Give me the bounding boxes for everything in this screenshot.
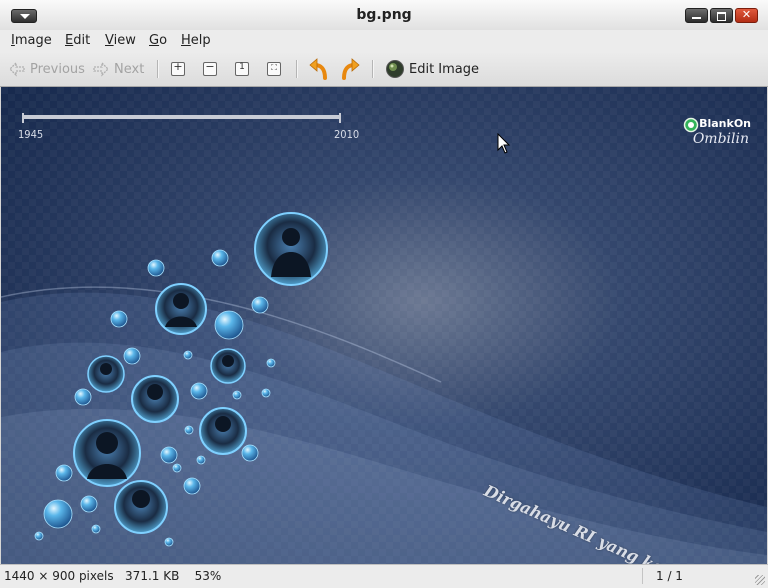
menu-image[interactable]: Image: [11, 33, 52, 48]
zoom-out-icon: −: [203, 60, 217, 76]
edit-image-button[interactable]: Edit Image: [385, 52, 479, 86]
image-viewer-window: bg.png Image Edit View Go Help Previous …: [0, 0, 768, 588]
toolbar: Previous Next + − 1 ⛶ Edit Image: [0, 52, 768, 87]
rotate-right-button[interactable]: [339, 52, 361, 86]
next-button[interactable]: Next: [92, 52, 144, 86]
menu-help[interactable]: Help: [181, 33, 211, 48]
timeline-start-label: 1945: [18, 128, 44, 141]
arrow-right-icon: [93, 61, 109, 77]
toolbar-separator: [296, 60, 298, 78]
zoom-in-button[interactable]: +: [171, 52, 185, 86]
zoom-out-button[interactable]: −: [203, 52, 217, 86]
title-bar: bg.png: [0, 0, 768, 31]
maximize-button[interactable]: [710, 8, 733, 23]
rotate-right-icon: [342, 58, 360, 80]
normal-size-icon: 1: [235, 62, 249, 76]
mouse-cursor-icon: [497, 133, 511, 154]
normal-size-button[interactable]: 1: [235, 52, 249, 86]
brand-subtitle: Ombilin: [692, 131, 749, 147]
close-button[interactable]: [735, 8, 758, 23]
rotate-left-icon: [309, 58, 327, 80]
status-separator: [642, 568, 643, 584]
resize-grip-icon[interactable]: [755, 575, 765, 585]
toolbar-separator: [372, 60, 374, 78]
menu-edit[interactable]: Edit: [65, 33, 90, 48]
wallpaper-image: [1, 87, 767, 564]
brand-logo-text: BlankOn: [699, 117, 751, 130]
best-fit-button[interactable]: ⛶: [267, 52, 281, 86]
page-indicator: 1 / 1: [656, 569, 683, 583]
timeline-end-label: 2010: [334, 128, 360, 141]
next-label: Next: [114, 61, 145, 77]
rotate-left-button[interactable]: [308, 52, 330, 86]
previous-button[interactable]: Previous: [8, 52, 85, 86]
zoom-level: 53%: [194, 569, 222, 583]
image-dimensions: 1440 × 900 pixels: [4, 569, 114, 583]
menu-bar: Image Edit View Go Help: [0, 30, 768, 52]
zoom-in-icon: +: [171, 60, 185, 76]
arrow-left-icon: [9, 61, 25, 77]
image-info: 1440 × 900 pixels 371.1 KB 53%: [4, 569, 221, 583]
status-bar: 1440 × 900 pixels 371.1 KB 53% 1 / 1: [0, 564, 768, 588]
image-canvas[interactable]: 1945 2010 BlankOn Ombilin Dirgahayu RI y…: [1, 87, 767, 564]
edit-image-label: Edit Image: [409, 61, 480, 77]
file-size: 371.1 KB: [125, 569, 180, 583]
menu-view[interactable]: View: [105, 33, 136, 48]
previous-label: Previous: [30, 61, 85, 77]
menu-go[interactable]: Go: [149, 33, 167, 48]
window-title: bg.png: [356, 7, 412, 23]
best-fit-icon: ⛶: [267, 62, 281, 76]
toolbar-separator: [157, 60, 159, 78]
minimize-button[interactable]: [685, 8, 708, 23]
gimp-icon: [386, 60, 404, 78]
